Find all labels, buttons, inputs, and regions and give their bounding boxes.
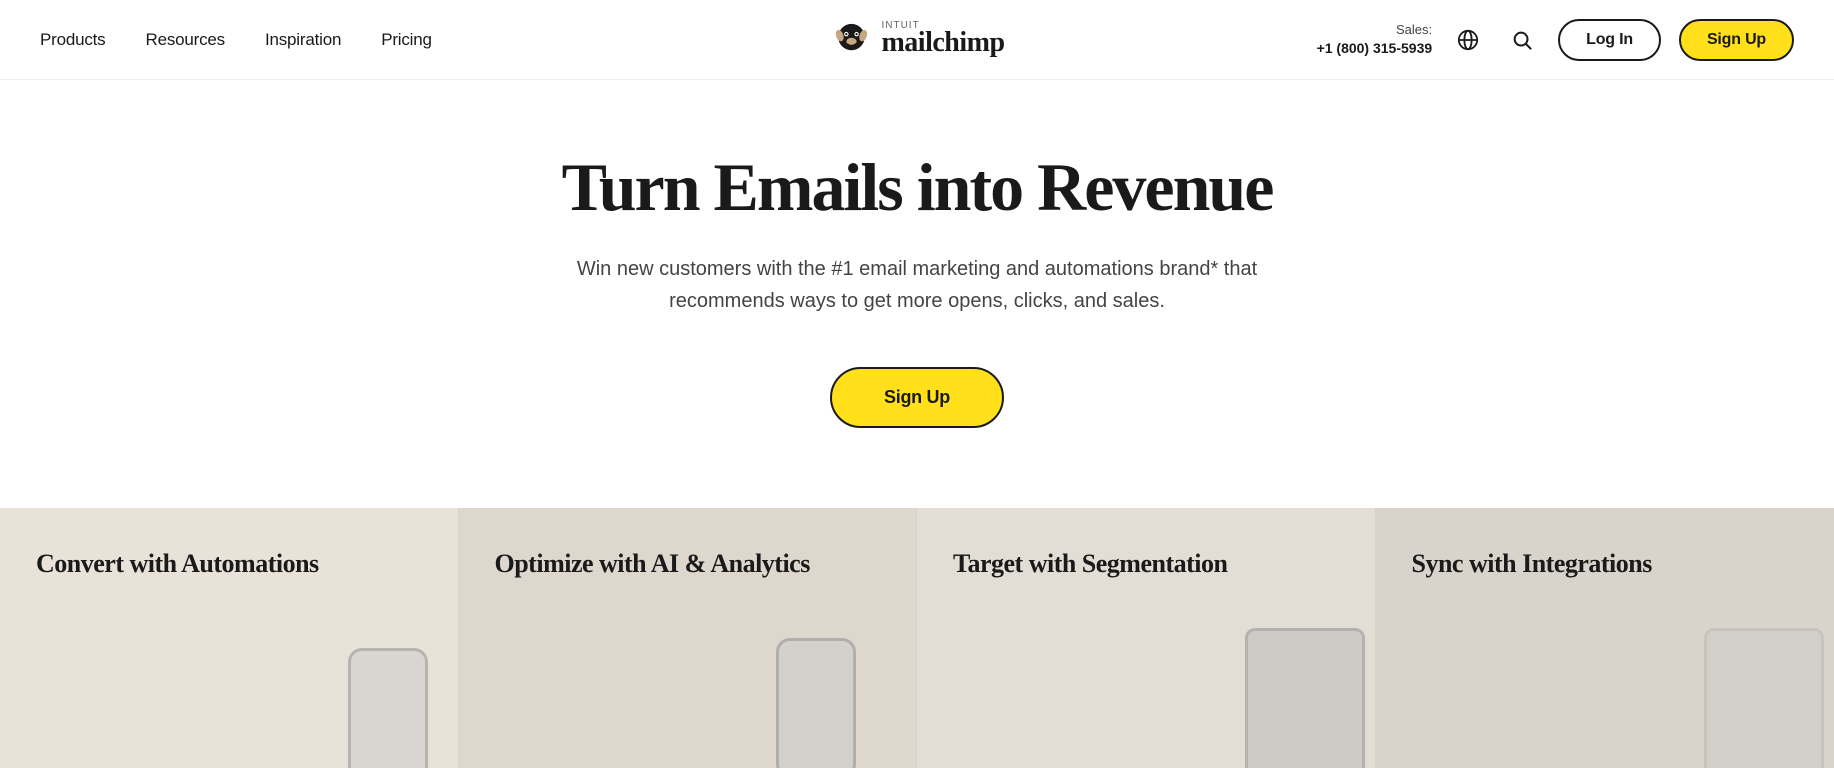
hero-title: Turn Emails into Revenue: [562, 150, 1273, 225]
nav-right: Sales: +1 (800) 315-5939 Log In Sign Up: [1317, 19, 1794, 61]
sales-phone: +1 (800) 315-5939: [1317, 39, 1433, 59]
feature-title-integrations: Sync with Integrations: [1412, 548, 1652, 581]
nav-item-resources[interactable]: Resources: [146, 30, 225, 50]
feature-card-ai-analytics[interactable]: Optimize with AI & Analytics: [459, 508, 918, 768]
feature-title-automations: Convert with Automations: [36, 548, 319, 581]
feature-card-integrations[interactable]: Sync with Integrations: [1376, 508, 1834, 768]
automations-mockup: [258, 608, 458, 768]
navbar: Products Resources Inspiration Pricing I…: [0, 0, 1834, 80]
mailchimp-chimp-icon: [829, 18, 873, 62]
hero-subtitle: Win new customers with the #1 email mark…: [567, 253, 1267, 317]
feature-title-ai-analytics: Optimize with AI & Analytics: [495, 548, 810, 581]
signup-nav-button[interactable]: Sign Up: [1679, 19, 1794, 61]
feature-card-automations[interactable]: Convert with Automations: [0, 508, 459, 768]
globe-button[interactable]: [1450, 22, 1486, 58]
sales-info: Sales: +1 (800) 315-5939: [1317, 21, 1433, 59]
search-button[interactable]: [1504, 22, 1540, 58]
search-icon: [1511, 29, 1533, 51]
login-button[interactable]: Log In: [1558, 19, 1661, 61]
signup-hero-button[interactable]: Sign Up: [830, 367, 1004, 428]
features-section: Convert with Automations Optimize with A…: [0, 508, 1834, 768]
sales-label: Sales:: [1317, 21, 1433, 39]
ai-analytics-mockup: [716, 608, 916, 768]
globe-icon: [1457, 29, 1479, 51]
nav-left: Products Resources Inspiration Pricing: [40, 30, 432, 50]
feature-card-segmentation[interactable]: Target with Segmentation: [917, 508, 1376, 768]
segmentation-mockup: [1175, 608, 1375, 768]
nav-item-inspiration[interactable]: Inspiration: [265, 30, 341, 50]
feature-title-segmentation: Target with Segmentation: [953, 548, 1227, 581]
nav-item-products[interactable]: Products: [40, 30, 106, 50]
nav-logo[interactable]: INTUIT mailchimp: [829, 18, 1004, 62]
mailchimp-brand-label: mailchimp: [881, 27, 1004, 58]
nav-item-pricing[interactable]: Pricing: [381, 30, 432, 50]
integrations-mockup: [1634, 608, 1834, 768]
hero-section: Turn Emails into Revenue Win new custome…: [0, 80, 1834, 508]
